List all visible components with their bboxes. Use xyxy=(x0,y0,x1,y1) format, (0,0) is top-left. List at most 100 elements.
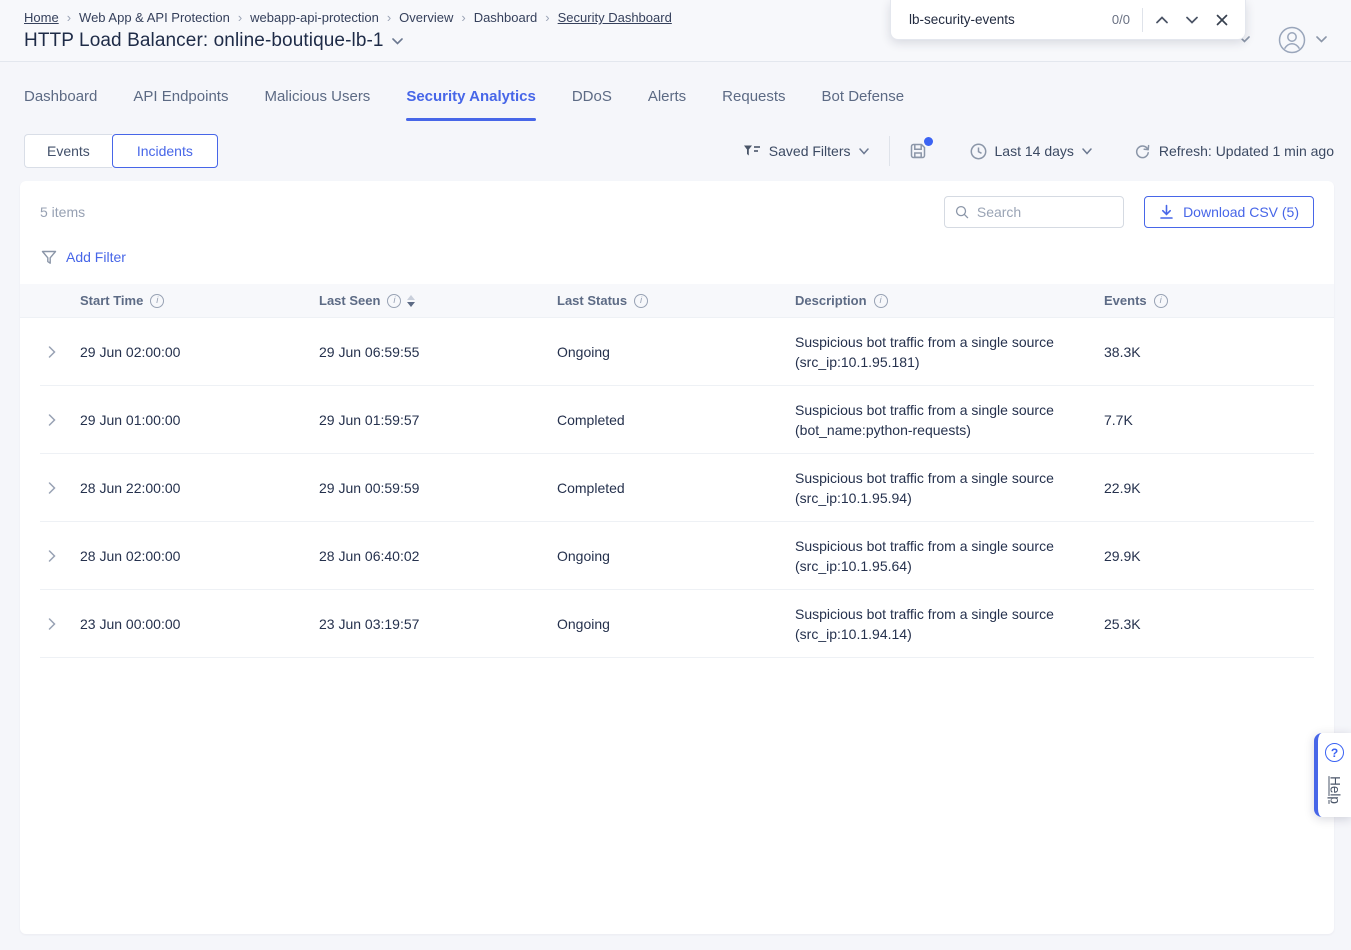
search-icon xyxy=(955,204,969,220)
search-box xyxy=(944,196,1124,228)
find-close-button[interactable] xyxy=(1207,5,1237,35)
cell-events: 25.3K xyxy=(1104,616,1314,632)
refresh-label: Refresh: Updated 1 min ago xyxy=(1159,143,1334,159)
close-icon xyxy=(1216,14,1228,26)
header-right xyxy=(1239,18,1327,61)
breadcrumb-overview[interactable]: Overview xyxy=(399,10,453,25)
info-icon[interactable] xyxy=(874,294,888,308)
help-label: Help xyxy=(1327,776,1342,804)
find-next-button[interactable] xyxy=(1177,5,1207,35)
cell-start-time: 28 Jun 22:00:00 xyxy=(80,480,319,496)
col-label: Last Seen xyxy=(319,293,380,308)
cell-last-seen: 28 Jun 06:40:02 xyxy=(319,548,557,564)
cell-description: Suspicious bot traffic from a single sou… xyxy=(795,332,1104,372)
breadcrumb-security-dashboard[interactable]: Security Dashboard xyxy=(558,10,672,25)
expand-row-chevron-icon[interactable] xyxy=(40,476,64,500)
breadcrumb-dashboard[interactable]: Dashboard xyxy=(474,10,538,25)
account-button[interactable] xyxy=(1278,26,1306,54)
sort-descending-icon[interactable] xyxy=(407,295,415,307)
info-icon[interactable] xyxy=(1154,294,1168,308)
cell-events: 22.9K xyxy=(1104,480,1314,496)
table-row[interactable]: 29 Jun 01:00:00 29 Jun 01:59:57 Complete… xyxy=(40,386,1314,454)
col-description[interactable]: Description xyxy=(795,293,1104,308)
chevron-right-icon: › xyxy=(461,10,465,25)
chevron-right-icon: › xyxy=(387,10,391,25)
cell-start-time: 29 Jun 02:00:00 xyxy=(80,344,319,360)
col-start-time[interactable]: Start Time xyxy=(80,293,319,308)
cell-last-seen: 29 Jun 01:59:57 xyxy=(319,412,557,428)
cell-start-time: 28 Jun 02:00:00 xyxy=(80,548,319,564)
col-label: Events xyxy=(1104,293,1147,308)
find-in-page-bar: 0/0 xyxy=(890,0,1246,40)
info-icon[interactable] xyxy=(634,294,648,308)
saved-filters-dropdown[interactable]: Saved Filters xyxy=(743,143,869,159)
breadcrumb-namespace[interactable]: webapp-api-protection xyxy=(250,10,379,25)
table-row[interactable]: 23 Jun 00:00:00 23 Jun 03:19:57 Ongoing … xyxy=(40,590,1314,658)
col-events[interactable]: Events xyxy=(1104,293,1314,308)
cell-last-seen: 29 Jun 00:59:59 xyxy=(319,480,557,496)
cell-events: 7.7K xyxy=(1104,412,1314,428)
info-icon[interactable] xyxy=(387,294,401,308)
items-count: 5 items xyxy=(40,204,85,220)
time-range-label: Last 14 days xyxy=(995,143,1074,159)
account-chevron-down-icon[interactable] xyxy=(1316,36,1327,43)
title-chevron-down-icon[interactable] xyxy=(392,38,403,45)
refresh-icon xyxy=(1134,143,1151,160)
toggle-events-button[interactable]: Events xyxy=(24,134,112,168)
col-last-status[interactable]: Last Status xyxy=(557,293,795,308)
time-range-dropdown[interactable]: Last 14 days xyxy=(970,143,1092,160)
expand-row-chevron-icon[interactable] xyxy=(40,408,64,432)
incidents-panel: 5 items Download CSV (5) Add Filter xyxy=(20,181,1334,934)
add-filter-button[interactable]: Add Filter xyxy=(20,228,1334,265)
table-row[interactable]: 28 Jun 02:00:00 28 Jun 06:40:02 Ongoing … xyxy=(40,522,1314,590)
cell-last-status: Ongoing xyxy=(557,548,795,564)
cell-last-status: Ongoing xyxy=(557,616,795,632)
notification-dot xyxy=(924,137,933,146)
cell-start-time: 29 Jun 01:00:00 xyxy=(80,412,319,428)
expand-row-chevron-icon[interactable] xyxy=(40,340,64,364)
events-incidents-toggle: Events Incidents xyxy=(24,134,218,168)
cell-description: Suspicious bot traffic from a single sou… xyxy=(795,400,1104,440)
chevron-right-icon: › xyxy=(545,10,549,25)
cell-events: 29.9K xyxy=(1104,548,1314,564)
cell-description: Suspicious bot traffic from a single sou… xyxy=(795,604,1104,644)
funnel-icon xyxy=(41,250,57,265)
breadcrumb-home[interactable]: Home xyxy=(24,10,59,25)
toggle-incidents-button[interactable]: Incidents xyxy=(112,134,218,168)
col-label: Start Time xyxy=(80,293,143,308)
table-row[interactable]: 29 Jun 02:00:00 29 Jun 06:59:55 Ongoing … xyxy=(40,318,1314,386)
download-csv-button[interactable]: Download CSV (5) xyxy=(1144,196,1314,228)
tab-malicious-users[interactable]: Malicious Users xyxy=(264,88,370,121)
cell-start-time: 23 Jun 00:00:00 xyxy=(80,616,319,632)
info-icon[interactable] xyxy=(150,294,164,308)
save-filter-button[interactable] xyxy=(908,141,928,161)
search-input[interactable] xyxy=(977,204,1113,220)
expand-row-chevron-icon[interactable] xyxy=(40,544,64,568)
table-row[interactable]: 28 Jun 22:00:00 29 Jun 00:59:59 Complete… xyxy=(40,454,1314,522)
analytics-toolbar: Events Incidents Saved Filters xyxy=(0,134,1351,168)
chevron-up-icon xyxy=(1156,16,1168,24)
toolbar-right: Saved Filters Last 14 days xyxy=(743,136,1334,166)
tab-dashboard[interactable]: Dashboard xyxy=(24,88,97,121)
tab-ddos[interactable]: DDoS xyxy=(572,88,612,121)
page-title: HTTP Load Balancer: online-boutique-lb-1 xyxy=(24,30,384,52)
col-label: Description xyxy=(795,293,867,308)
tab-requests[interactable]: Requests xyxy=(722,88,785,121)
help-tab[interactable]: ? Help xyxy=(1314,733,1351,817)
section-tabs: Dashboard API Endpoints Malicious Users … xyxy=(0,62,1351,121)
tab-bot-defense[interactable]: Bot Defense xyxy=(822,88,905,121)
chevron-down-icon xyxy=(859,148,869,155)
find-input[interactable] xyxy=(909,12,1108,27)
find-previous-button[interactable] xyxy=(1147,5,1177,35)
breadcrumb-waap[interactable]: Web App & API Protection xyxy=(79,10,230,25)
col-last-seen[interactable]: Last Seen xyxy=(319,293,557,308)
tab-alerts[interactable]: Alerts xyxy=(648,88,686,121)
divider xyxy=(1142,8,1143,32)
user-icon xyxy=(1278,26,1306,54)
expand-row-chevron-icon[interactable] xyxy=(40,612,64,636)
tab-api-endpoints[interactable]: API Endpoints xyxy=(133,88,228,121)
cell-events: 38.3K xyxy=(1104,344,1314,360)
cell-last-seen: 23 Jun 03:19:57 xyxy=(319,616,557,632)
refresh-button[interactable]: Refresh: Updated 1 min ago xyxy=(1134,143,1334,160)
tab-security-analytics[interactable]: Security Analytics xyxy=(406,88,536,121)
